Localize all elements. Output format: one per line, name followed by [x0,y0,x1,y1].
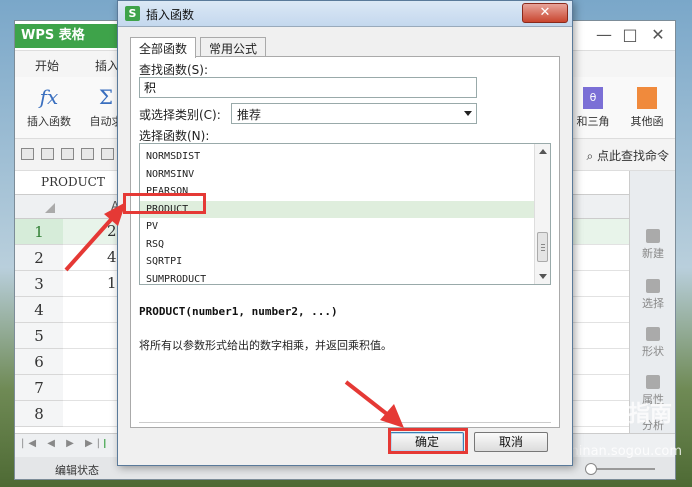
highlight-box-ok [388,428,468,454]
zoom-knob[interactable] [585,463,597,475]
function-description: 将所有以参数形式给出的数字相乘，并返回乘积值。 [139,339,392,352]
status-text: 编辑状态 [55,464,99,477]
dialog-body: 查找函数(S): 或选择类别(C): 推荐 选择函数(N): NORMSDIST… [130,56,560,428]
other-functions-button[interactable]: 其他函 [625,83,669,129]
scroll-up-icon[interactable] [539,149,547,154]
tab-insert[interactable]: 插入 [95,57,119,74]
row-header[interactable]: 3 [15,271,63,297]
list-item[interactable]: RSQ [140,236,534,254]
function-list-scrollbar[interactable] [534,144,550,284]
grip-line [541,244,545,245]
preview-icon[interactable] [101,148,114,160]
task-pane-shape[interactable]: 形状 [630,327,675,359]
dialog-separator [139,422,551,423]
dialog-title: 插入函数 [146,8,195,22]
select-all-corner[interactable] [45,203,55,213]
select-icon [646,279,660,293]
chevron-down-icon [464,111,472,116]
function-list-label: 选择函数(N): [139,129,210,143]
watermark: 搜狗指南 [583,402,672,427]
fx-icon: fx [39,85,59,109]
dialog-title-bar[interactable]: S 插入函数 ✕ [118,1,572,27]
highlight-box-product [123,193,206,214]
grip-line [541,247,545,248]
insert-function-button[interactable]: fx 插入函数 [23,83,75,129]
grip-line [541,250,545,251]
list-item[interactable]: PV [140,218,534,236]
scroll-thumb[interactable] [537,232,548,262]
row-header[interactable]: 7 [15,375,63,401]
other-functions-icon [637,87,657,109]
task-pane-select[interactable]: 选择 [630,279,675,311]
shape-icon [646,327,660,341]
cell-value: 2 [107,222,117,240]
properties-icon [646,375,660,389]
task-pane-new[interactable]: 新建 [630,229,675,261]
save-icon[interactable] [41,148,54,160]
list-item[interactable]: SUMPRODUCT [140,271,534,285]
task-pane-select-label: 选择 [642,297,664,310]
minimize-icon[interactable]: — [593,25,615,44]
category-label: 或选择类别(C): [139,108,221,122]
row-header[interactable]: 5 [15,323,63,349]
function-list[interactable]: NORMSDIST NORMSINV PEARSON PRODUCT PV RSQ SQRT… [139,143,551,285]
maximize-icon[interactable]: □ [619,25,641,44]
search-function-label: 查找函数(S): [139,63,209,77]
print-icon[interactable] [81,148,94,160]
task-pane-new-label: 新建 [642,247,664,260]
category-select[interactable]: 推荐 [231,103,477,124]
command-search-label: 点此查找命令 [596,149,669,163]
task-pane: 新建 选择 形状 属性 分析 [629,171,675,433]
category-value: 推荐 [237,108,262,122]
sheet-tab[interactable]: I [103,437,107,451]
list-item[interactable]: NORMSINV [140,166,534,184]
row-header[interactable]: 6 [15,349,63,375]
task-pane-shape-label: 形状 [642,345,664,358]
function-signature: PRODUCT(number1, number2, ...) [139,305,338,318]
list-item[interactable]: SQRTPI [140,253,534,271]
tab-home[interactable]: 开始 [35,57,59,74]
other-functions-label: 其他函 [630,115,664,128]
row-header[interactable]: 1 [15,219,63,245]
search-function-input[interactable] [139,77,477,98]
cell-value: 1 [107,274,117,292]
new-icon [646,229,660,243]
insert-function-dialog: S 插入函数 ✕ 全部函数 常用公式 查找函数(S): 或选择类别(C): 推荐… [117,0,573,466]
row-header[interactable]: 8 [15,401,63,427]
theta-icon: θ [583,87,603,109]
math-trig-button[interactable]: θ 和三角 [571,83,615,129]
open-icon[interactable] [21,148,34,160]
wps-logo[interactable]: WPS 表格 [15,24,123,48]
export-icon[interactable] [61,148,74,160]
dialog-close-button[interactable]: ✕ [522,3,568,23]
watermark-url: zhinan.sogou.com [563,444,682,459]
scroll-down-icon[interactable] [539,274,547,279]
cell-value: 4 [107,248,117,266]
zoom-slider[interactable] [585,463,655,475]
command-search[interactable]: ⌕ 点此查找命令 [586,147,669,164]
list-item[interactable]: NORMSDIST [140,148,534,166]
name-box[interactable]: PRODUCT [41,175,105,189]
math-trig-label: 和三角 [576,115,610,128]
wps-s-icon: S [125,6,140,21]
close-icon[interactable]: ✕ [647,25,669,44]
tab-common-formulas[interactable]: 常用公式 [200,37,267,57]
tab-all-functions[interactable]: 全部函数 [130,37,197,58]
cancel-button[interactable]: 取消 [474,432,548,452]
row-header[interactable]: 4 [15,297,63,323]
insert-function-label: 插入函数 [27,115,71,128]
sheet-nav-arrows[interactable]: |◀ ◀ ▶ ▶| [21,438,104,449]
row-header[interactable]: 2 [15,245,63,271]
